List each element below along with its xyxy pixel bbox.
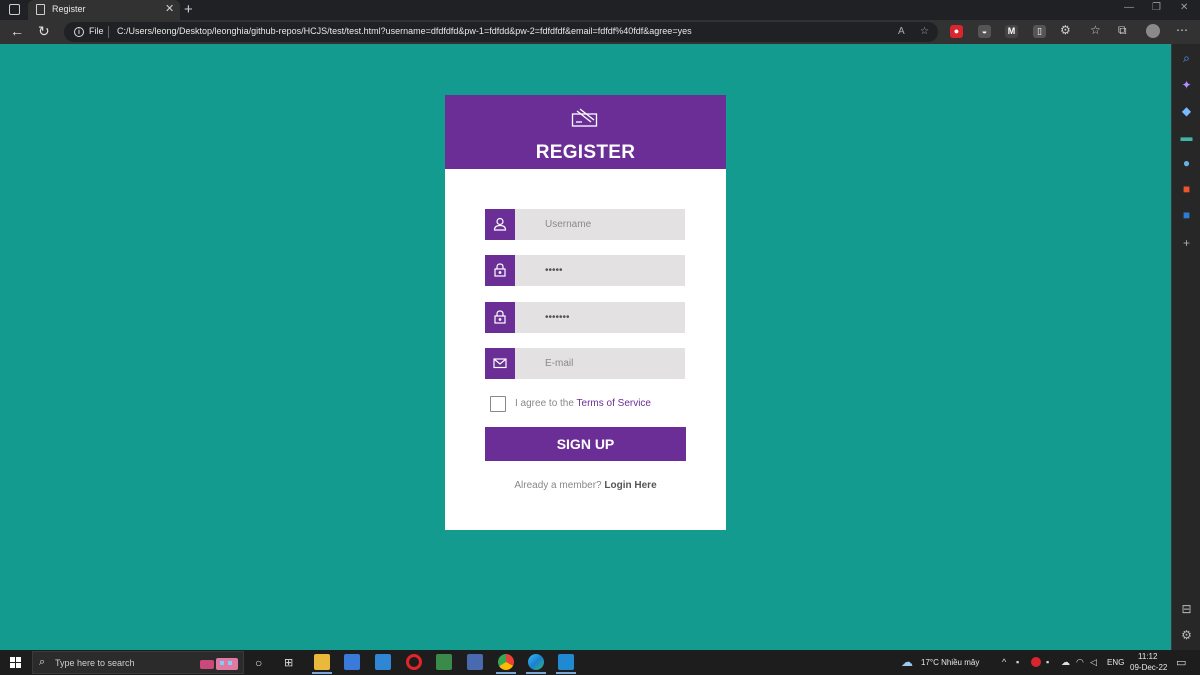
favorite-add-icon[interactable]: ☆ [920, 26, 929, 37]
tab-close-icon[interactable]: ✕ [165, 2, 174, 15]
edge-icon[interactable] [528, 654, 544, 670]
opera-icon[interactable] [406, 654, 422, 670]
browser-tab-bar: Register ✕ + — ❐ ✕ [0, 0, 1200, 20]
file-explorer-icon[interactable] [314, 654, 330, 670]
member-prefix: Already a member? [514, 480, 605, 491]
terms-link[interactable]: Terms of Service [577, 398, 651, 409]
onedrive-icon[interactable]: ☁ [1061, 657, 1070, 668]
lock-icon [485, 302, 515, 333]
collections-icon[interactable]: ⧉ [1118, 23, 1127, 38]
network-app-icon[interactable] [467, 654, 483, 670]
clock-time[interactable]: 11:12 [1138, 652, 1157, 661]
tab-title: Register [52, 4, 86, 14]
weather-icon[interactable]: ☁ [901, 655, 913, 669]
tray-badge-icon[interactable] [1031, 657, 1041, 667]
card-header: REGISTER [445, 95, 726, 169]
signature-icon [571, 108, 598, 127]
search-highlight-icon [200, 658, 238, 670]
new-tab-button[interactable]: + [184, 0, 193, 20]
task-view-icon[interactable]: ⊞ [284, 656, 293, 669]
active-indicator [556, 672, 576, 674]
settings-icon[interactable]: ⚙ [1180, 629, 1193, 642]
info-icon[interactable]: i [74, 27, 84, 37]
search-icon[interactable]: ⌕ [1180, 52, 1193, 65]
outlook-icon[interactable]: ■ [1180, 209, 1193, 222]
email-field [485, 348, 685, 379]
chevron-up-icon[interactable]: ^ [1002, 657, 1006, 667]
shopping-icon[interactable]: ◆ [1180, 105, 1193, 118]
url-text[interactable]: C:/Users/leong/Desktop/leonghia/github-r… [117, 26, 692, 36]
extension-m-icon[interactable]: M [1005, 25, 1018, 38]
weather-text[interactable]: 17°C Nhiều mây [921, 658, 979, 667]
user-icon [485, 209, 515, 240]
store-icon[interactable] [344, 654, 360, 670]
browser-toolbar: ← ↻ i File C:/Users/leong/Desktop/leongh… [0, 20, 1200, 44]
password-field [485, 255, 685, 286]
mail-icon [485, 348, 515, 379]
divider [108, 26, 109, 38]
language-indicator[interactable]: ENG [1107, 658, 1124, 667]
page-favicon-icon [36, 4, 45, 15]
active-indicator [496, 672, 516, 674]
confirm-password-field [485, 302, 685, 333]
taskbar: ⌕ Type here to search ○ ⊞ ☁ 17°C Nhiều m… [0, 650, 1200, 675]
browser-tab[interactable]: Register ✕ [28, 0, 180, 20]
vscode-icon[interactable] [558, 654, 574, 670]
people-icon[interactable]: ● [1180, 157, 1193, 170]
volume-icon[interactable]: ◁ [1090, 657, 1097, 668]
file-label: File [89, 26, 104, 36]
extension-icon[interactable]: ◒ [978, 25, 991, 38]
minimize-icon[interactable]: — [1124, 2, 1134, 13]
extensions-icon[interactable]: ⚙ [1060, 23, 1071, 37]
email-input[interactable] [515, 348, 685, 379]
username-input[interactable] [515, 209, 685, 240]
more-icon[interactable]: ⋯ [1176, 23, 1188, 37]
office-icon[interactable]: ■ [1180, 183, 1193, 196]
hide-sidebar-icon[interactable]: ⊟ [1180, 603, 1193, 616]
tray-app-icon[interactable]: ▪ [1016, 657, 1019, 667]
back-icon[interactable]: ← [10, 23, 24, 39]
login-row: Already a member? Login Here [445, 480, 726, 491]
active-indicator [526, 672, 546, 674]
favorites-icon[interactable]: ☆ [1090, 23, 1101, 37]
tools-icon[interactable]: ▬ [1180, 131, 1193, 144]
chrome-icon[interactable] [498, 654, 514, 670]
tab-actions-icon[interactable] [9, 4, 20, 15]
signup-button[interactable]: SIGN UP [485, 427, 686, 461]
cortana-icon[interactable]: ○ [255, 656, 262, 670]
windows-start-icon[interactable] [10, 657, 21, 668]
address-bar[interactable]: i File C:/Users/leong/Desktop/leonghia/g… [64, 22, 938, 42]
app-icon[interactable] [436, 654, 452, 670]
discover-icon[interactable]: ✦ [1180, 79, 1193, 92]
clock-date[interactable]: 09-Dec-22 [1130, 663, 1167, 672]
extension-doc-icon[interactable]: ▯ [1033, 25, 1046, 38]
search-placeholder: Type here to search [55, 658, 135, 668]
add-icon[interactable]: + [1180, 237, 1193, 250]
taskbar-search-box[interactable]: ⌕ Type here to search [32, 651, 244, 674]
refresh-icon[interactable]: ↻ [38, 23, 50, 39]
close-window-icon[interactable]: ✕ [1180, 2, 1188, 13]
agree-label: I agree to the Terms of Service [515, 398, 651, 409]
confirm-password-input[interactable] [515, 302, 685, 333]
page-title: REGISTER [535, 142, 636, 163]
extension-adblock-icon[interactable]: ● [950, 25, 963, 38]
read-aloud-icon[interactable]: A [898, 26, 905, 37]
register-card: REGISTER Username E-mail I agree to the … [445, 95, 726, 530]
notifications-icon[interactable]: ▭ [1176, 656, 1186, 669]
agree-prefix: I agree to the [515, 398, 577, 409]
search-icon: ⌕ [39, 656, 46, 668]
tray-app-icon[interactable]: ▪ [1046, 657, 1049, 667]
profile-avatar[interactable] [1146, 24, 1160, 38]
wifi-icon[interactable]: ◠ [1076, 657, 1084, 668]
mail-icon[interactable] [375, 654, 391, 670]
browser-sidebar: ⌕ ✦ ◆ ▬ ● ■ ■ + ⊟ ⚙ [1171, 44, 1200, 650]
login-link[interactable]: Login Here [604, 480, 656, 491]
lock-icon [485, 255, 515, 286]
active-indicator [312, 672, 332, 674]
agree-checkbox[interactable] [490, 396, 506, 412]
password-input[interactable] [515, 255, 685, 286]
username-field [485, 209, 685, 240]
restore-icon[interactable]: ❐ [1152, 2, 1161, 13]
